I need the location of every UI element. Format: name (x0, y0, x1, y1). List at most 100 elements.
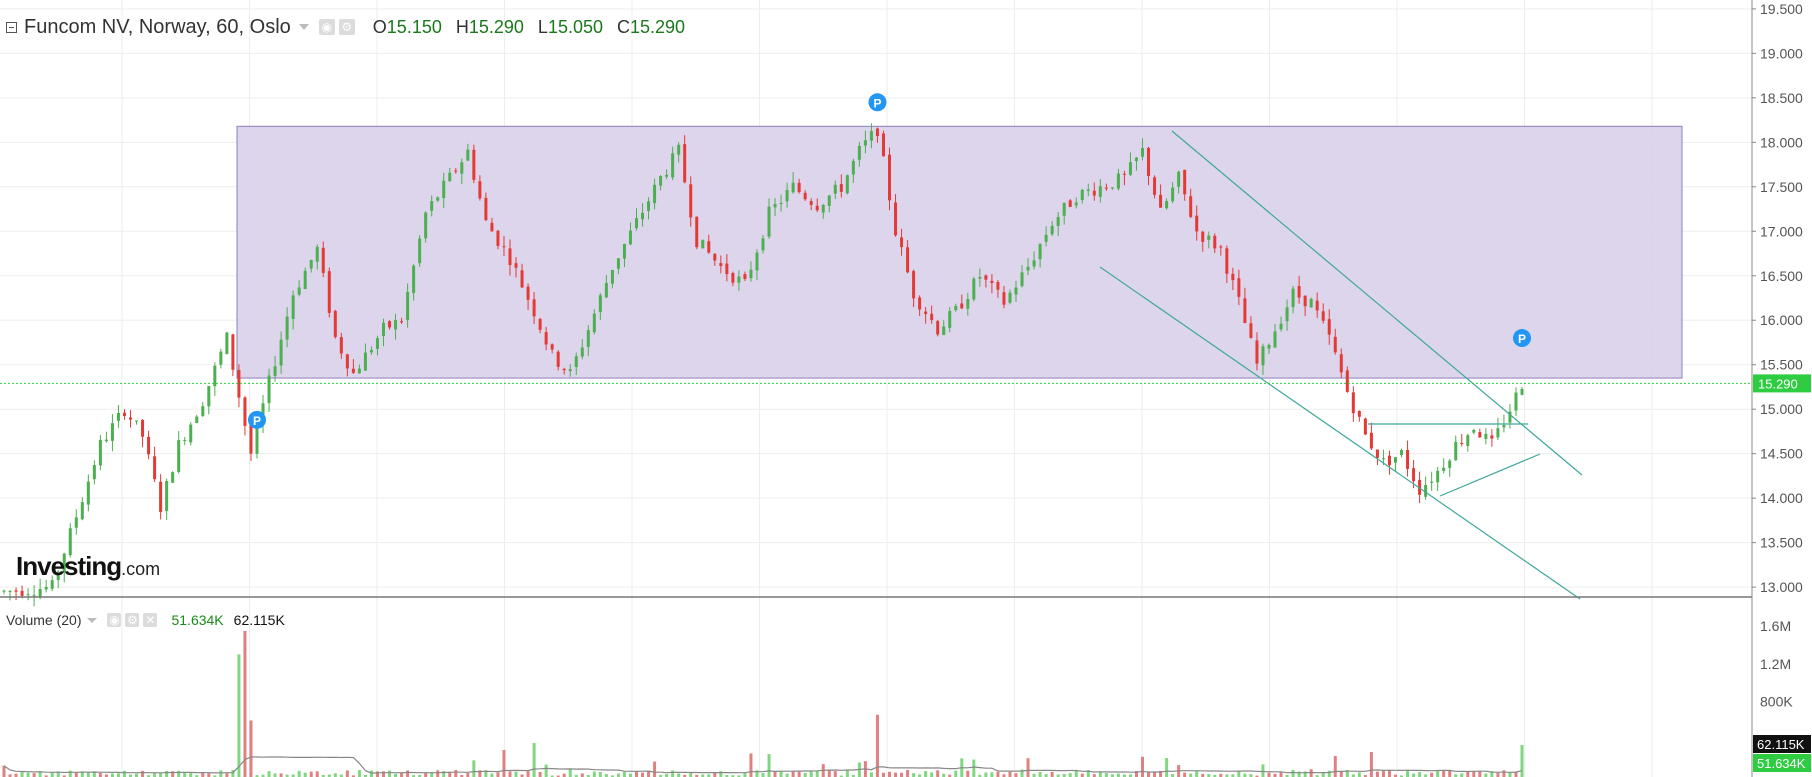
candle[interactable] (1267, 344, 1271, 349)
candle[interactable] (1165, 201, 1169, 209)
volume-bar[interactable] (249, 720, 253, 777)
volume-bar[interactable] (544, 764, 548, 777)
candle[interactable] (1050, 225, 1054, 235)
candle[interactable] (1098, 186, 1102, 197)
candle[interactable] (562, 368, 566, 371)
candle[interactable] (888, 154, 891, 201)
volume-bar[interactable] (116, 773, 120, 777)
candle[interactable] (1201, 231, 1205, 242)
candle[interactable] (201, 406, 205, 416)
volume-bar[interactable] (749, 753, 753, 777)
candle[interactable] (996, 282, 1000, 290)
candle[interactable] (1243, 298, 1247, 324)
volume-bar[interactable] (1502, 770, 1506, 777)
volume-bar[interactable] (502, 750, 506, 777)
candle[interactable] (713, 253, 717, 261)
volume-bar[interactable] (267, 771, 271, 777)
candle[interactable] (827, 195, 831, 206)
candle[interactable] (219, 351, 223, 365)
volume-bar[interactable] (924, 771, 928, 777)
candle[interactable] (472, 149, 476, 180)
candle[interactable] (297, 287, 301, 295)
candle[interactable] (20, 590, 24, 596)
candle[interactable] (1466, 435, 1470, 446)
volume-bar[interactable] (177, 770, 181, 777)
volume-bar[interactable] (996, 771, 1000, 777)
candle[interactable] (869, 131, 873, 141)
candle[interactable] (141, 420, 145, 437)
volume-bar[interactable] (375, 771, 379, 777)
candle[interactable] (809, 201, 813, 205)
candle[interactable] (580, 347, 584, 357)
candle[interactable] (466, 149, 470, 161)
candle[interactable] (1309, 298, 1313, 308)
candle[interactable] (1514, 392, 1518, 411)
volume-bar[interactable] (1116, 773, 1120, 777)
volume-bar[interactable] (406, 770, 410, 777)
candle[interactable] (1478, 432, 1482, 438)
candle[interactable] (1261, 346, 1265, 366)
volume-bar[interactable] (110, 773, 114, 777)
candle[interactable] (80, 502, 84, 520)
candle[interactable] (8, 590, 12, 592)
candle[interactable] (357, 368, 361, 374)
candle[interactable] (1177, 171, 1181, 187)
volume-bar[interactable] (273, 773, 277, 777)
candle[interactable] (388, 321, 392, 328)
volume-bar[interactable] (297, 770, 301, 777)
volume-bar[interactable] (622, 771, 626, 777)
candle[interactable] (749, 269, 753, 279)
candle[interactable] (731, 273, 735, 283)
volume-bar[interactable] (141, 770, 145, 777)
volume-bar[interactable] (1080, 773, 1084, 777)
candle[interactable] (159, 481, 163, 512)
volume-bar[interactable] (641, 772, 645, 777)
candle[interactable] (1460, 443, 1464, 445)
candle[interactable] (135, 420, 139, 422)
candle[interactable] (86, 481, 90, 505)
volume-bar[interactable] (303, 772, 307, 777)
candle[interactable] (677, 144, 681, 155)
candle[interactable] (900, 237, 904, 248)
candle[interactable] (339, 337, 343, 354)
candle[interactable] (436, 197, 440, 201)
candle[interactable] (1297, 286, 1301, 298)
range-rectangle[interactable] (236, 125, 1683, 379)
candle[interactable] (1436, 470, 1440, 483)
candle[interactable] (737, 276, 741, 283)
eye-icon[interactable]: ◉ (107, 613, 122, 627)
volume-bar[interactable] (966, 770, 970, 777)
candle[interactable] (406, 291, 410, 321)
candle[interactable] (647, 201, 651, 211)
candle[interactable] (785, 189, 789, 202)
candle[interactable] (719, 263, 723, 266)
candle[interactable] (653, 184, 657, 204)
candle[interactable] (1008, 292, 1012, 303)
volume-bar[interactable] (243, 630, 247, 777)
candle[interactable] (1291, 288, 1295, 308)
candle[interactable] (1213, 235, 1217, 249)
candle[interactable] (1092, 190, 1096, 196)
candle[interactable] (592, 313, 596, 333)
candle[interactable] (1110, 187, 1114, 189)
candle[interactable] (1327, 319, 1331, 335)
candle[interactable] (803, 192, 807, 200)
candle[interactable] (321, 247, 325, 273)
candle[interactable] (1122, 173, 1126, 175)
candle[interactable] (165, 481, 169, 512)
candle[interactable] (1002, 292, 1006, 305)
candle[interactable] (767, 206, 771, 237)
candle[interactable] (1315, 300, 1319, 311)
volume-bar[interactable] (1261, 764, 1265, 777)
volume-bar[interactable] (1430, 772, 1434, 777)
gear-icon[interactable]: ⚙ (125, 613, 140, 627)
volume-bar[interactable] (827, 770, 831, 777)
volume-bar[interactable] (1068, 773, 1072, 777)
candle[interactable] (177, 440, 181, 472)
candle[interactable] (972, 278, 976, 300)
candle[interactable] (44, 586, 48, 590)
volume-bar[interactable] (888, 771, 891, 777)
volume-bar[interactable] (592, 771, 596, 777)
candle[interactable] (707, 241, 711, 253)
candle[interactable] (550, 344, 554, 350)
